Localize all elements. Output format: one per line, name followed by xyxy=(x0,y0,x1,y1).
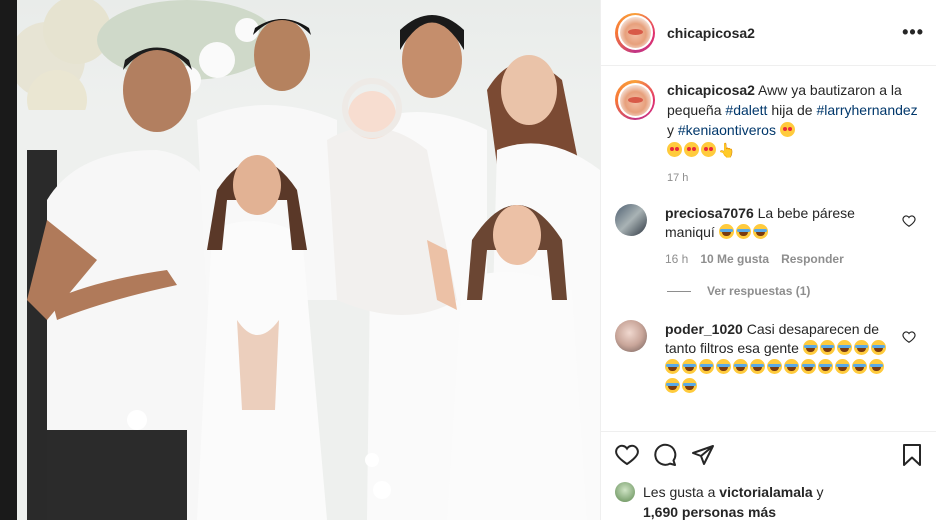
post-photo[interactable] xyxy=(17,0,600,520)
laughing-emoji-icon xyxy=(784,359,799,374)
comment-meta: 16 h 10 Me gusta Responder xyxy=(665,252,895,266)
family-photo-illustration xyxy=(17,0,600,520)
like-heart-icon[interactable] xyxy=(615,443,639,467)
instagram-post-modal: chicapicosa2 ••• chicapicosa2 Aww ya bau… xyxy=(0,0,936,520)
avatar-image xyxy=(619,17,651,48)
laughing-emoji-icon xyxy=(716,359,731,374)
laughing-emoji-icon xyxy=(835,359,850,374)
hashtag-dalett[interactable]: #dalett xyxy=(725,102,767,118)
comment-text: preciosa7076 La bebe párese maniquí xyxy=(665,204,895,242)
laughing-emoji-icon xyxy=(699,359,714,374)
laughing-emoji-icon xyxy=(802,340,818,355)
save-bookmark-icon[interactable] xyxy=(900,443,924,467)
laughing-emoji-icon xyxy=(819,340,835,355)
share-paper-plane-icon[interactable] xyxy=(691,443,715,467)
laughing-emoji-icon xyxy=(682,359,697,374)
author-avatar[interactable] xyxy=(615,12,655,53)
caption-text: chicapicosa2 Aww ya bautizaron a la pequ… xyxy=(667,80,924,160)
hashtag-keniaontiveros[interactable]: #keniaontiveros xyxy=(678,122,776,138)
heart-eyes-icon xyxy=(701,142,716,157)
laughing-emoji-icon xyxy=(682,378,697,393)
post-side-panel: chicapicosa2 ••• chicapicosa2 Aww ya bau… xyxy=(600,0,936,520)
author-username[interactable]: chicapicosa2 xyxy=(667,25,902,41)
likes-prefix: Les gusta a xyxy=(643,484,720,500)
laughing-emoji-icon xyxy=(665,359,680,374)
liker-username[interactable]: victorialamala xyxy=(719,484,812,500)
replies-line xyxy=(667,290,691,292)
comment-likes[interactable]: 10 Me gusta xyxy=(700,252,769,266)
comment-time[interactable]: 16 h xyxy=(665,252,688,266)
caption-part: y xyxy=(667,122,678,138)
laughing-emoji-icon xyxy=(801,359,816,374)
laughing-emoji-icon xyxy=(870,340,886,355)
post-header: chicapicosa2 ••• xyxy=(601,0,936,66)
view-replies-label: Ver respuestas (1) xyxy=(707,284,811,298)
reply-button[interactable]: Responder xyxy=(781,252,844,266)
laughing-emoji-icon xyxy=(767,359,782,374)
caption-part: hija de xyxy=(767,102,817,118)
laughing-emoji-icon xyxy=(752,224,768,239)
laughing-emoji-icon xyxy=(718,224,734,239)
commenter-avatar[interactable] xyxy=(615,320,647,352)
comment-text: poder_1020 Casi desaparecen de tanto fil… xyxy=(665,320,895,396)
liker-avatar[interactable] xyxy=(615,482,635,502)
comment-bubble-icon[interactable] xyxy=(653,443,677,467)
heart-eyes-icon xyxy=(667,142,682,157)
heart-eyes-icon xyxy=(684,142,699,157)
laughing-emoji-icon xyxy=(853,340,869,355)
comment-item: preciosa7076 La bebe párese maniquí 16 h… xyxy=(615,204,924,266)
post-caption: chicapicosa2 Aww ya bautizaron a la pequ… xyxy=(615,80,924,160)
hashtag-larryhernandez[interactable]: #larryhernandez xyxy=(817,102,918,118)
backdrop-edge xyxy=(0,0,17,520)
waving-hand-icon: 👆 xyxy=(718,142,736,158)
caption-avatar[interactable] xyxy=(615,80,655,120)
more-options-icon[interactable]: ••• xyxy=(902,22,924,43)
laughing-emoji-icon xyxy=(869,359,884,374)
like-comment-heart-icon[interactable] xyxy=(902,214,916,228)
laughing-emoji-icon xyxy=(665,378,680,393)
laughing-emoji-icon xyxy=(852,359,867,374)
like-comment-heart-icon[interactable] xyxy=(902,330,916,344)
view-replies-button[interactable]: Ver respuestas (1) xyxy=(667,284,924,298)
likes-count[interactable]: 1,690 personas más xyxy=(643,504,776,520)
laughing-emoji-icon xyxy=(733,359,748,374)
laughing-emoji-icon xyxy=(818,359,833,374)
likes-suffix: y xyxy=(812,484,824,500)
commenter-avatar[interactable] xyxy=(615,204,647,236)
laughing-emoji-icon xyxy=(735,224,751,239)
comment-username[interactable]: preciosa7076 xyxy=(665,205,754,221)
caption-timestamp[interactable]: 17 h xyxy=(667,172,924,184)
likes-summary: Les gusta a victorialamala y 1,690 perso… xyxy=(615,482,924,520)
post-actions: Les gusta a victorialamala y 1,690 perso… xyxy=(601,431,936,520)
laughing-emoji-icon xyxy=(836,340,852,355)
heart-eyes-icon xyxy=(779,122,795,137)
laughing-emoji-icon xyxy=(750,359,765,374)
action-bar xyxy=(615,442,924,468)
comments-section: chicapicosa2 Aww ya bautizaron a la pequ… xyxy=(601,66,936,396)
comment-item: poder_1020 Casi desaparecen de tanto fil… xyxy=(615,320,924,396)
caption-username[interactable]: chicapicosa2 xyxy=(667,82,755,98)
comment-username[interactable]: poder_1020 xyxy=(665,321,743,337)
